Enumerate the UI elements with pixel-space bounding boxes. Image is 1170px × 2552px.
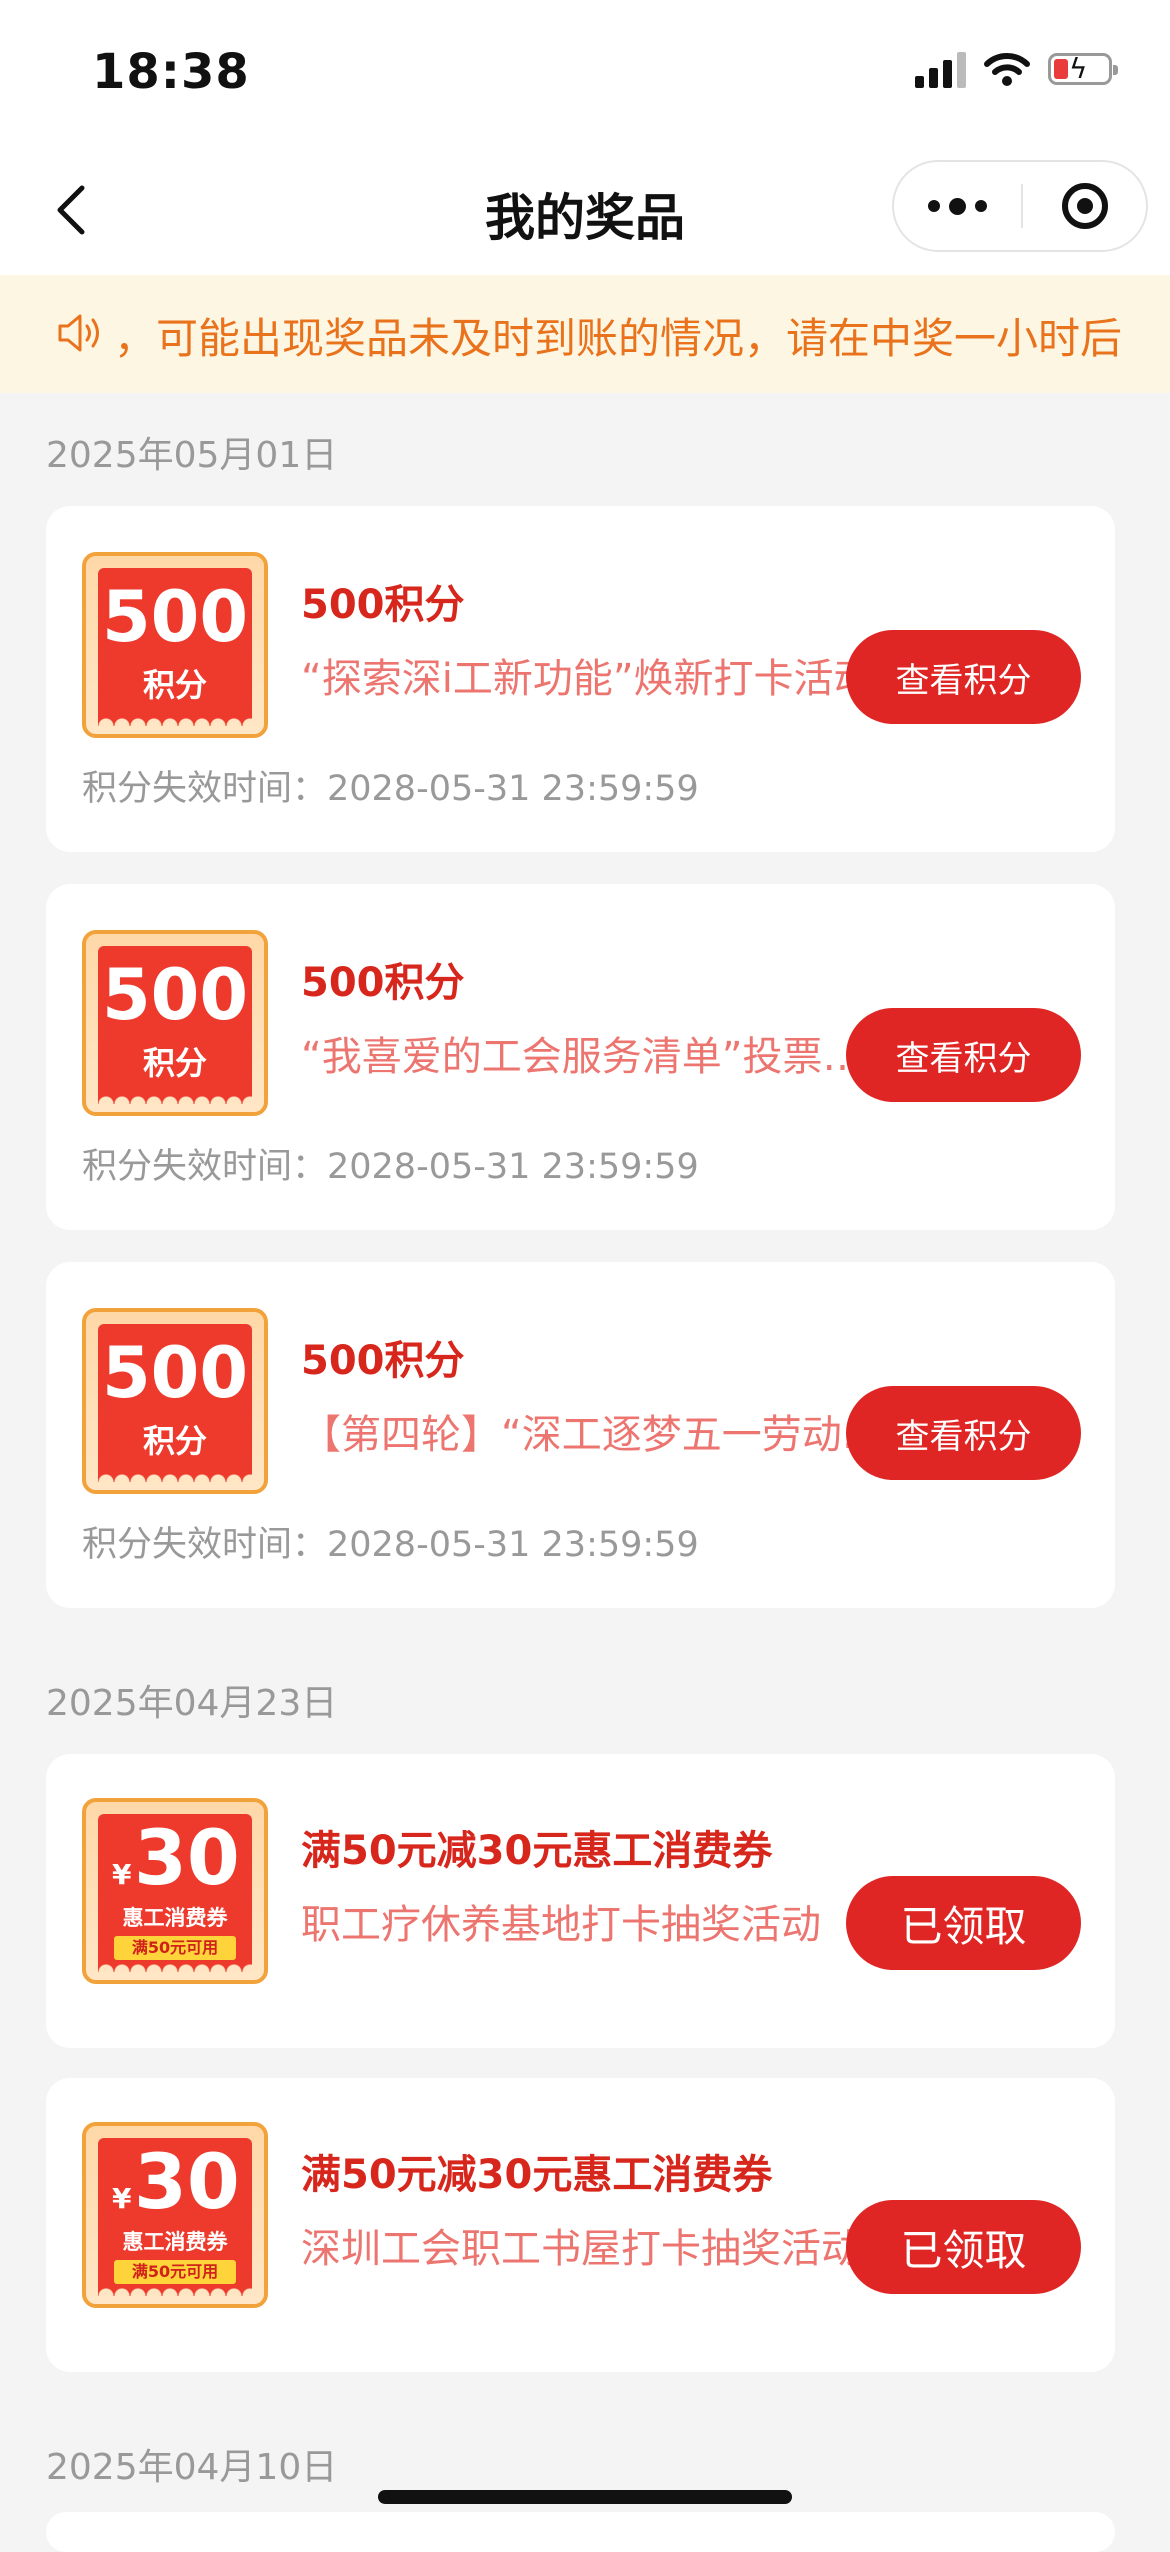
view-points-button[interactable]: 查看积分 bbox=[846, 1386, 1081, 1480]
prize-description: 职工疗休养基地打卡抽奖活动 bbox=[301, 1902, 821, 1948]
wifi-icon bbox=[984, 53, 1030, 86]
expiry-text: 积分失效时间：2028-05-31 23:59:59 bbox=[82, 1147, 699, 1187]
coupon-condition: 满50元可用 bbox=[114, 2260, 236, 2284]
battery-charging-icon: ϟ bbox=[1048, 53, 1118, 85]
claimed-button[interactable]: 已领取 bbox=[846, 1876, 1081, 1970]
coupon-currency: ¥ bbox=[112, 1858, 132, 1891]
expiry-text: 积分失效时间：2028-05-31 23:59:59 bbox=[82, 1525, 699, 1565]
home-indicator bbox=[378, 2490, 792, 2504]
notice-text: ，可能出现奖品未及时到账的情况，请在中奖一小时后 bbox=[114, 314, 1123, 363]
points-badge: 500 积分 bbox=[82, 1308, 268, 1494]
prize-title: 满50元减30元惠工消费券 bbox=[301, 1828, 773, 1874]
date-header: 2025年04月10日 bbox=[46, 2447, 338, 2488]
coupon-amount: 30 bbox=[134, 1813, 240, 1902]
prize-description: “探索深i工新功能”焕新打卡活动 bbox=[301, 656, 874, 702]
prize-card bbox=[46, 2512, 1115, 2552]
badge-number: 500 bbox=[101, 576, 249, 658]
badge-number: 500 bbox=[101, 954, 249, 1036]
view-points-button[interactable]: 查看积分 bbox=[846, 630, 1081, 724]
status-icons: ϟ bbox=[915, 50, 1118, 88]
date-header: 2025年05月01日 bbox=[46, 435, 338, 476]
prize-card: ¥ 30 惠工消费券 满50元可用 满50元减30元惠工消费券 深圳工会职工书屋… bbox=[46, 2078, 1115, 2372]
badge-unit: 积分 bbox=[142, 1422, 207, 1460]
prize-title: 500积分 bbox=[301, 582, 465, 628]
prize-description: 深圳工会职工书屋打卡抽奖活动 bbox=[301, 2226, 861, 2272]
prize-card: 500 积分 500积分 “我喜爱的工会服务清单”投票活动 查看积分 积分失效时… bbox=[46, 884, 1115, 1230]
prize-description: 【第四轮】“深工逐梦五一劳动节” bbox=[301, 1412, 886, 1458]
coupon-badge: ¥ 30 惠工消费券 满50元可用 bbox=[82, 2122, 268, 2308]
coupon-label: 惠工消费券 bbox=[122, 2230, 228, 2254]
prize-card: 500 积分 500积分 【第四轮】“深工逐梦五一劳动节” 查看积分 积分失效时… bbox=[46, 1262, 1115, 1608]
notice-bar: ，可能出现奖品未及时到账的情况，请在中奖一小时后 bbox=[0, 275, 1170, 393]
coupon-label: 惠工消费券 bbox=[122, 1906, 228, 1930]
prize-title: 满50元减30元惠工消费券 bbox=[301, 2152, 773, 2198]
coupon-badge: ¥ 30 惠工消费券 满50元可用 bbox=[82, 1798, 268, 1984]
status-bar: 18:38 ϟ bbox=[0, 0, 1170, 150]
points-badge: 500 积分 bbox=[82, 552, 268, 738]
badge-unit: 积分 bbox=[142, 1044, 207, 1082]
speaker-icon bbox=[58, 314, 99, 352]
close-miniprogram-icon[interactable] bbox=[1023, 183, 1146, 229]
badge-unit: 积分 bbox=[142, 666, 207, 704]
nav-bar: 我的奖品 bbox=[0, 150, 1170, 275]
more-options-icon[interactable] bbox=[894, 162, 1021, 250]
prize-card: 500 积分 500积分 “探索深i工新功能”焕新打卡活动 查看积分 积分失效时… bbox=[46, 506, 1115, 852]
prize-title: 500积分 bbox=[301, 960, 465, 1006]
expiry-text: 积分失效时间：2028-05-31 23:59:59 bbox=[82, 769, 699, 809]
prize-title: 500积分 bbox=[301, 1338, 465, 1384]
coupon-condition: 满50元可用 bbox=[114, 1936, 236, 1960]
coupon-amount: 30 bbox=[134, 2137, 240, 2226]
cellular-signal-icon bbox=[915, 50, 966, 88]
prize-card: ¥ 30 惠工消费券 满50元可用 满50元减30元惠工消费券 职工疗休养基地打… bbox=[46, 1754, 1115, 2048]
claimed-button[interactable]: 已领取 bbox=[846, 2200, 1081, 2294]
prize-description: “我喜爱的工会服务清单”投票活动 bbox=[301, 1034, 886, 1080]
coupon-currency: ¥ bbox=[112, 2182, 132, 2215]
points-badge: 500 积分 bbox=[82, 930, 268, 1116]
badge-number: 500 bbox=[101, 1332, 249, 1414]
status-time: 18:38 bbox=[92, 44, 250, 100]
view-points-button[interactable]: 查看积分 bbox=[846, 1008, 1081, 1102]
date-header: 2025年04月23日 bbox=[46, 1683, 338, 1724]
miniprogram-capsule bbox=[892, 160, 1148, 252]
